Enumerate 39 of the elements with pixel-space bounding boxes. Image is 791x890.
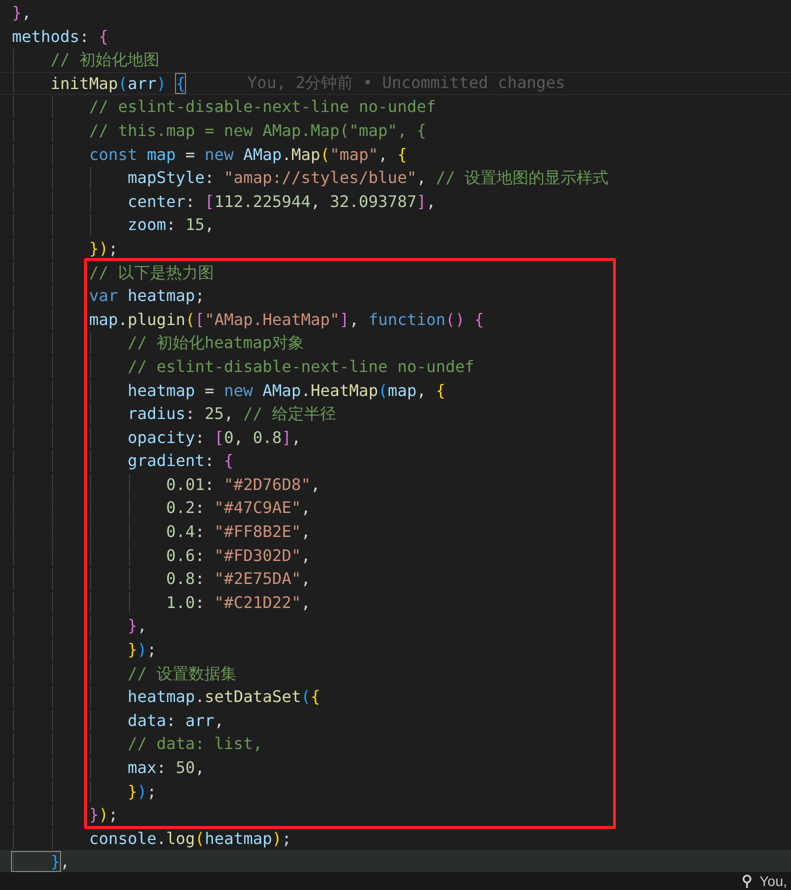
code-line: map.plugin(["AMap.HeatMap"], function() { bbox=[88, 308, 484, 331]
code-line: gradient: { bbox=[126, 450, 234, 472]
blame-annotation: You, 2分钟前 • Uncommitted changes bbox=[247, 73, 566, 94]
code-line: var heatmap; bbox=[88, 285, 205, 308]
code-line: const map = new AMap.Map("map", { bbox=[88, 144, 407, 166]
code-line: zoom: 15, bbox=[126, 214, 214, 236]
code-line: }, bbox=[12, 850, 70, 872]
code-line: opacity: [0, 0.8], bbox=[126, 426, 302, 449]
code-line: // this.map = new AMap.Map("map", { bbox=[88, 120, 426, 142]
code-line: heatmap = new AMap.HeatMap(map, { bbox=[126, 380, 446, 402]
code-line: max: 50, bbox=[126, 757, 205, 779]
code-line: 1.0: "#C21D22", bbox=[165, 592, 311, 614]
code-line: 0.8: "#2E75DA", bbox=[165, 568, 311, 590]
code-line: }); bbox=[126, 639, 157, 662]
code-line: // 初始化heatmap对象 bbox=[126, 332, 304, 354]
code-line: methods: { bbox=[12, 26, 108, 48]
code-line: // eslint-disable-next-line no-undef bbox=[126, 356, 474, 378]
code-line: // eslint-disable-next-line no-undef bbox=[88, 96, 436, 118]
code-line: data: arr, bbox=[126, 710, 224, 732]
code-line: heatmap.setDataSet({ bbox=[126, 686, 320, 708]
code-line: }); bbox=[88, 804, 118, 826]
status-text: You, bbox=[759, 873, 787, 889]
code-line: // 以下是热力图 bbox=[88, 262, 214, 284]
code-line: }); bbox=[126, 780, 157, 803]
code-line: center: [112.225944, 32.093787], bbox=[126, 190, 436, 213]
code-line: radius: 25, // 给定半径 bbox=[126, 403, 336, 426]
code-line: 0.2: "#47C9AE", bbox=[165, 497, 311, 520]
code-line: 0.4: "#FF8B2E", bbox=[165, 521, 311, 544]
code-line: // 设置数据集 bbox=[126, 662, 236, 685]
code-line: 0.6: "#FD302D", bbox=[165, 544, 311, 567]
code-line: }, bbox=[12, 2, 32, 24]
code-line: 0.01: "#2D76D8", bbox=[165, 474, 320, 496]
code-line: }, bbox=[126, 615, 147, 638]
code-line: console.log(heatmap); bbox=[88, 828, 292, 850]
code-line: }); bbox=[88, 238, 118, 260]
code-line: // 初始化地图 bbox=[50, 49, 160, 72]
code-line: mapStyle: "amap://styles/blue", // 设置地图的显示样式 bbox=[126, 167, 609, 190]
code-line: // data: list, bbox=[126, 733, 262, 756]
code-line: initMap(arr) { bbox=[50, 72, 186, 95]
